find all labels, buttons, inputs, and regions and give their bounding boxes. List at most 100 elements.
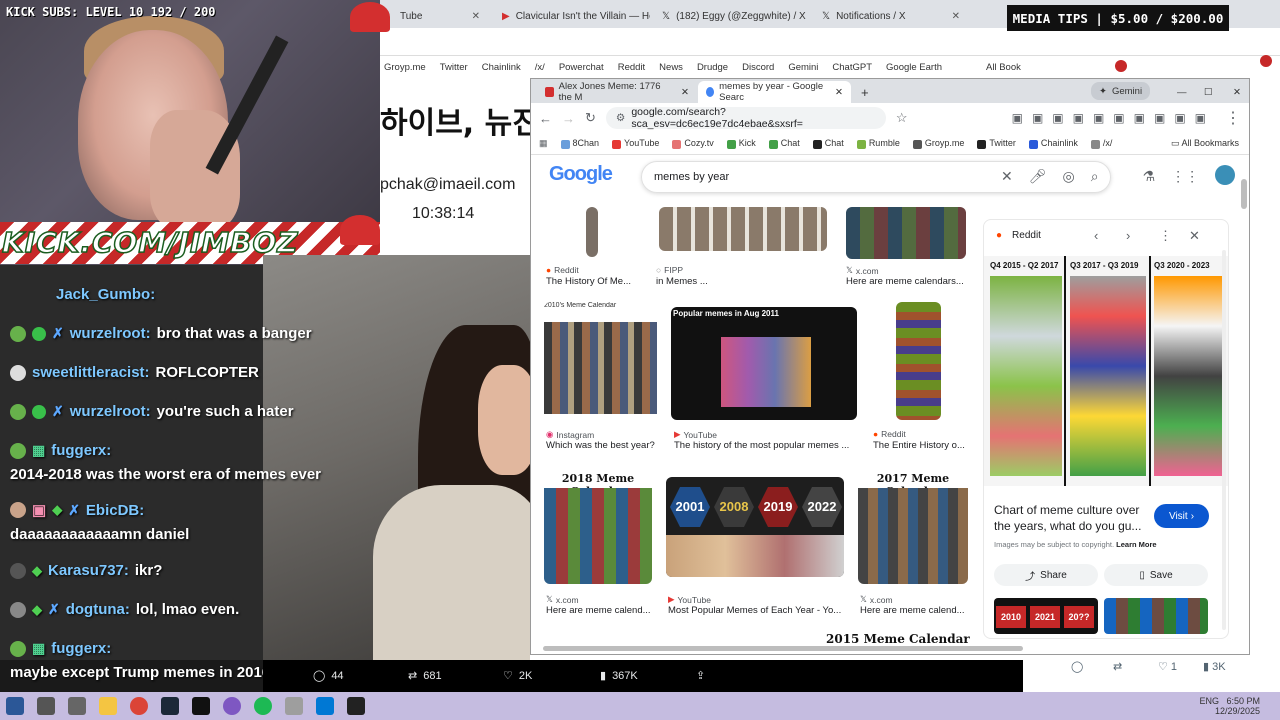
steam-icon[interactable] xyxy=(161,697,179,715)
chat-username[interactable]: sweetlittleracist: xyxy=(32,364,150,381)
result-thumbnail[interactable]: Popular memes in Aug 2011 xyxy=(671,307,857,420)
result-thumbnail[interactable] xyxy=(586,207,598,257)
result-thumbnail[interactable]: 2018 Meme Calendar xyxy=(544,472,652,584)
bookmark[interactable]: Powerchat xyxy=(559,62,604,73)
learn-more-link[interactable]: Learn More xyxy=(1116,540,1156,549)
close-panel-icon[interactable]: ✕ xyxy=(1189,228,1200,244)
bookmark[interactable]: News xyxy=(659,62,683,73)
bookmark[interactable]: Twitter xyxy=(440,62,468,73)
retweet-icon[interactable]: ⇄ xyxy=(1113,660,1122,673)
clear-icon[interactable]: ✕ xyxy=(1001,168,1013,185)
result-thumbnail[interactable] xyxy=(896,302,941,420)
bg-tab-1[interactable]: Tube ✕ xyxy=(390,4,490,28)
address-bar[interactable]: ⚙ google.com/search?sca_esv=dc6ec19e7dc4e… xyxy=(605,106,886,130)
google-logo[interactable]: Google xyxy=(549,163,613,186)
close-icon[interactable]: ✕ xyxy=(681,87,689,98)
new-tab-button[interactable]: + xyxy=(853,81,877,103)
bookmark-cozy[interactable]: Cozy.tv xyxy=(672,138,714,149)
horizontal-scrollbar[interactable] xyxy=(543,646,1023,651)
bookmark-8chan[interactable]: 8Chan xyxy=(560,138,599,149)
close-window-button[interactable]: ✕ xyxy=(1225,81,1249,103)
result-thumbnail[interactable]: 2010's Meme Calendar xyxy=(544,302,657,420)
bookmark-twitter[interactable]: Twitter xyxy=(977,138,1016,149)
obs-icon[interactable] xyxy=(223,697,241,715)
bookmark[interactable]: Chainlink xyxy=(482,62,521,73)
chat-username[interactable]: fuggerx: xyxy=(51,442,111,459)
retweet-button[interactable]: ⇄ 681 xyxy=(408,669,442,683)
result-thumbnail[interactable]: 2017 Meme Calendar xyxy=(858,472,968,584)
chat-username[interactable]: wurzelroot: xyxy=(70,325,151,342)
reply-button[interactable]: ◯ 44 xyxy=(313,669,344,683)
labs-icon[interactable]: ⚗ xyxy=(1143,168,1156,185)
bookmark[interactable]: Google Earth xyxy=(886,62,942,73)
bookmark-chat-2[interactable]: Chat xyxy=(812,138,844,149)
bookmark[interactable]: Groyp.me xyxy=(384,62,426,73)
app-icon[interactable] xyxy=(285,697,303,715)
bookmark[interactable]: Drudge xyxy=(697,62,728,73)
avatar[interactable] xyxy=(1215,165,1236,185)
result-thumbnail[interactable] xyxy=(659,207,827,251)
result-caption[interactable]: Most Popular Memes of Each Year - Yo... xyxy=(668,605,846,616)
result-caption[interactable]: in Memes ... xyxy=(656,276,708,287)
task-view-icon[interactable] xyxy=(68,697,86,715)
bookmark-youtube[interactable]: YouTube xyxy=(612,138,659,149)
all-bookmarks[interactable]: ▭ All Bookmarks xyxy=(1171,138,1239,149)
file-explorer-icon[interactable] xyxy=(99,697,117,715)
reply-icon[interactable]: ◯ xyxy=(1071,660,1083,673)
site-info-icon[interactable]: ⚙ xyxy=(616,112,625,124)
related-thumbnail[interactable] xyxy=(1104,598,1208,634)
chat-username[interactable]: wurzelroot: xyxy=(70,403,151,420)
tab-google-search[interactable]: memes by year - Google Searc ✕ xyxy=(698,81,851,103)
result-caption[interactable]: Here are meme calendars... xyxy=(846,276,971,287)
share-button[interactable]: ⇪ xyxy=(696,669,705,682)
mic-icon[interactable]: 🎤︎ xyxy=(1029,168,1047,185)
reload-icon[interactable]: ↻ xyxy=(585,110,596,126)
more-options-icon[interactable]: ⋮ xyxy=(1159,228,1172,244)
search-icon[interactable]: ⌕ xyxy=(1091,168,1099,185)
related-thumbnail[interactable]: 2010 2021 20?? xyxy=(994,598,1098,634)
bookmark-star-icon[interactable]: ☆ xyxy=(896,110,908,126)
result-caption[interactable]: Here are meme calend... xyxy=(860,605,970,616)
bg-address-bar[interactable] xyxy=(380,28,1280,56)
minimize-button[interactable]: — xyxy=(1169,81,1195,103)
spotify-icon[interactable] xyxy=(254,697,272,715)
bookmark[interactable]: Discord xyxy=(742,62,774,73)
like-button[interactable]: ♡ 2K xyxy=(503,669,532,683)
close-icon[interactable]: ✕ xyxy=(472,11,480,22)
terminal-icon[interactable] xyxy=(192,697,210,715)
result-thumbnail[interactable]: 2001 2008 2019 2022 xyxy=(666,477,844,577)
chat-username[interactable]: Karasu737: xyxy=(48,562,129,579)
next-icon[interactable]: › xyxy=(1126,228,1130,243)
gemini-button[interactable]: ✦ Gemini xyxy=(1091,82,1151,100)
result-caption[interactable]: The History Of Me... xyxy=(546,276,646,287)
bookmark[interactable]: Gemini xyxy=(788,62,818,73)
views-button[interactable]: ▮ 3K xyxy=(1203,660,1226,673)
close-icon[interactable]: ✕ xyxy=(835,87,843,98)
bookmark[interactable]: All Book xyxy=(986,62,1021,73)
apps-icon[interactable]: ▦ xyxy=(539,138,548,149)
result-caption[interactable]: Which was the best year? xyxy=(546,440,655,451)
save-button[interactable]: ▯ Save xyxy=(1104,564,1208,586)
bg-tab-3[interactable]: 𝕏(182) Eggy (@Zeggwhite) / X✕ xyxy=(652,4,810,28)
chat-username[interactable]: fuggerx: xyxy=(51,640,111,657)
back-icon[interactable]: ← xyxy=(539,111,552,126)
bookmark[interactable]: ChatGPT xyxy=(832,62,872,73)
close-icon[interactable]: ✕ xyxy=(952,11,960,22)
maximize-button[interactable]: ☐ xyxy=(1196,81,1221,103)
bookmark-kick[interactable]: Kick xyxy=(726,138,756,149)
lens-icon[interactable]: ◎ xyxy=(1063,168,1075,185)
page-scrollbar[interactable] xyxy=(1241,179,1247,209)
system-tray[interactable]: ENG 6:50 PM 12/29/2025 xyxy=(1199,696,1260,716)
app-icon[interactable] xyxy=(316,697,334,715)
result-caption[interactable]: Here are meme calend... xyxy=(546,605,656,616)
search-icon[interactable] xyxy=(37,697,55,715)
bookmark-rumble[interactable]: Rumble xyxy=(856,138,900,149)
bookmark-chat[interactable]: Chat xyxy=(768,138,800,149)
panel-title[interactable]: Chart of meme culture over the years, wh… xyxy=(994,502,1154,534)
tab-alex-jones[interactable]: Alex Jones Meme: 1776 the M ✕ xyxy=(537,81,697,103)
chat-username[interactable]: dogtuna: xyxy=(66,601,130,618)
bg-tab-4[interactable]: 𝕏 Notifications / X ✕ xyxy=(812,4,970,28)
menu-icon[interactable]: ⋮ xyxy=(1225,108,1241,128)
result-caption[interactable]: The Entire History o... xyxy=(873,440,968,451)
result-caption[interactable]: The history of the most popular memes ..… xyxy=(674,440,854,451)
